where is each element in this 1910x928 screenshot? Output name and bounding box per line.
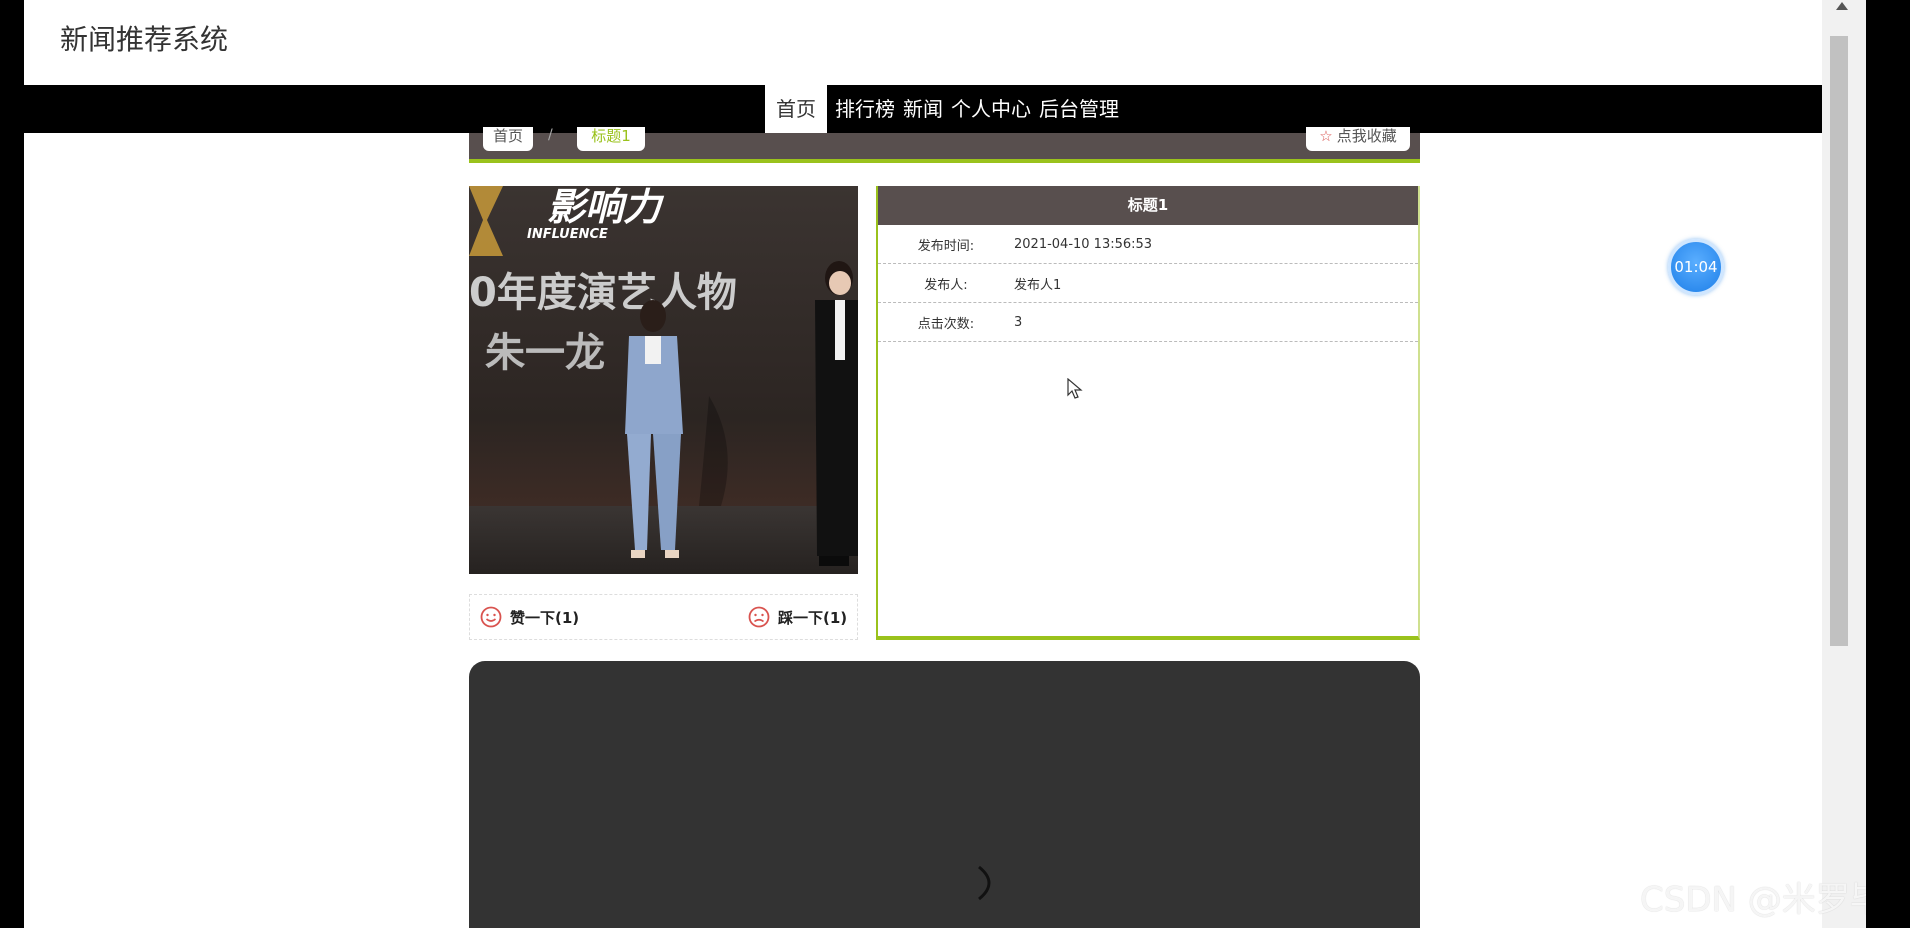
- watermark: CSDN @米罗毕设: [1640, 880, 1866, 920]
- favorite-label: 点我收藏: [1336, 127, 1397, 145]
- dislike-label: 踩一下(1): [778, 608, 848, 627]
- dislike-button[interactable]: 踩一下(1): [748, 606, 847, 628]
- brand-text: 影响力: [547, 186, 665, 229]
- info-label: 发布时间:: [917, 238, 975, 254]
- info-row-click-count: 点击次数: 3: [878, 303, 1418, 342]
- host-figure: [815, 261, 858, 566]
- nav-item-ranking[interactable]: 排行榜: [831, 85, 899, 133]
- timer-badge[interactable]: 01:04: [1668, 239, 1724, 295]
- article-title: 标题1: [878, 186, 1418, 225]
- mouse-cursor-icon: [1067, 378, 1083, 399]
- info-label: 点击次数:: [917, 316, 975, 332]
- vote-bar: 赞一下(1) 踩一下(1): [469, 594, 858, 640]
- like-label: 赞一下(1): [510, 608, 580, 627]
- smile-icon: [480, 606, 502, 628]
- info-value: 2021-04-10 13:56:53: [1014, 236, 1153, 252]
- nav-menu: 首页 排行榜 新闻 个人中心 后台管理: [765, 85, 1123, 133]
- page: 新闻推荐系统 首页 排行榜 新闻 个人中心 后台管理 首页 / 标题1 ☆ 点我收…: [24, 0, 1866, 928]
- scroll-thumb[interactable]: [1830, 36, 1848, 646]
- image-caption-2: 朱一龙: [485, 330, 605, 376]
- scroll-up-arrow-icon[interactable]: [1836, 2, 1848, 10]
- nav-item-home[interactable]: 首页: [765, 85, 827, 133]
- like-button[interactable]: 赞一下(1): [480, 606, 579, 628]
- main-nav: 首页 排行榜 新闻 个人中心 后台管理: [24, 85, 1866, 133]
- info-value: 3: [1014, 314, 1023, 330]
- info-value: 发布人1: [1014, 277, 1062, 293]
- image-caption-1: 0年度演艺人物: [469, 270, 737, 316]
- news-image: 影响力 INFLUENCE 0年度演艺人物 朱一龙: [469, 186, 858, 574]
- breadcrumb-current: 标题1: [577, 127, 645, 151]
- breadcrumb-home[interactable]: 首页: [483, 127, 533, 151]
- favorite-button[interactable]: ☆ 点我收藏: [1306, 127, 1410, 151]
- brand-text-en: INFLUENCE: [527, 227, 608, 242]
- info-row-publisher: 发布人: 发布人1: [878, 264, 1418, 303]
- nav-item-admin[interactable]: 后台管理: [1035, 85, 1123, 133]
- nav-item-profile[interactable]: 个人中心: [947, 85, 1035, 133]
- frown-icon: [748, 606, 770, 628]
- site-title: 新闻推荐系统: [60, 23, 229, 56]
- breadcrumb-separator: /: [548, 127, 553, 143]
- video-player[interactable]: [469, 661, 1420, 928]
- info-row-publish-time: 发布时间: 2021-04-10 13:56:53: [878, 225, 1418, 264]
- news-photo-illustration: 影响力 INFLUENCE 0年度演艺人物 朱一龙: [469, 186, 858, 574]
- nav-item-news[interactable]: 新闻: [899, 85, 947, 133]
- info-label: 发布人:: [924, 277, 968, 293]
- loading-spinner-icon: [978, 865, 991, 901]
- star-icon: ☆: [1319, 127, 1333, 145]
- article-info-panel: 标题1 发布时间: 2021-04-10 13:56:53 发布人: 发布人1 …: [876, 186, 1420, 640]
- scrollbar[interactable]: [1822, 0, 1866, 928]
- top-bar: 新闻推荐系统: [24, 0, 1866, 85]
- breadcrumb: 首页 / 标题1 ☆ 点我收藏: [469, 127, 1420, 163]
